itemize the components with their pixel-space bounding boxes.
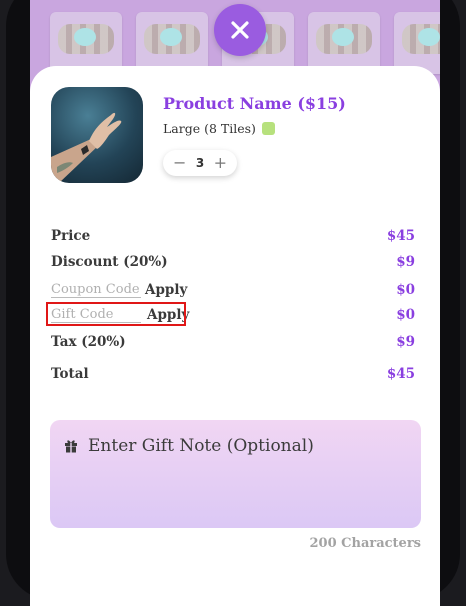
decrement-button[interactable]: −	[173, 155, 186, 171]
total-label: Total	[51, 366, 89, 382]
order-sheet: Product Name ($15) Large (8 Tiles) − 3 +…	[30, 66, 440, 606]
discount-label: Discount (20%)	[51, 254, 168, 270]
close-button[interactable]	[214, 4, 266, 56]
tile-thumbnail	[308, 12, 380, 74]
tax-row: Tax (20%) $9	[51, 332, 415, 352]
coupon-apply-button[interactable]: Apply	[145, 282, 187, 298]
tile-thumbnail	[394, 12, 440, 74]
tax-label: Tax (20%)	[51, 334, 126, 350]
coupon-code-input[interactable]	[51, 282, 141, 298]
discount-row: Discount (20%) $9	[51, 252, 415, 272]
total-row: Total $45	[51, 364, 415, 384]
gift-apply-button[interactable]: Apply	[147, 307, 189, 323]
quantity-stepper: − 3 +	[163, 150, 237, 176]
variant-label: Large (8 Tiles)	[163, 121, 256, 136]
character-count: 200 Characters	[309, 536, 421, 551]
quantity-value: 3	[195, 156, 205, 170]
product-name: Product Name ($15)	[163, 94, 346, 113]
price-label: Price	[51, 228, 91, 244]
close-icon	[231, 21, 249, 39]
gift-note-placeholder: Enter Gift Note (Optional)	[88, 436, 314, 456]
total-value: $45	[386, 366, 415, 382]
gift-code-row: Apply $0	[51, 305, 415, 325]
gift-icon	[65, 440, 77, 453]
gift-note-field[interactable]: Enter Gift Note (Optional)	[50, 420, 421, 528]
color-swatch	[261, 122, 275, 135]
coupon-row: Apply $0	[51, 280, 415, 300]
product-variant: Large (8 Tiles)	[163, 121, 275, 136]
product-image	[51, 87, 143, 183]
increment-button[interactable]: +	[214, 155, 227, 171]
gift-code-input[interactable]	[51, 307, 141, 323]
price-row: Price $45	[51, 226, 415, 246]
price-value: $45	[386, 228, 415, 244]
discount-value: $9	[396, 254, 415, 270]
coupon-value: $0	[396, 282, 415, 298]
gift-code-value: $0	[396, 307, 415, 323]
tax-value: $9	[396, 334, 415, 350]
tile-thumbnail	[50, 12, 122, 74]
tile-thumbnail	[136, 12, 208, 74]
gift-note-header: Enter Gift Note (Optional)	[64, 436, 314, 456]
